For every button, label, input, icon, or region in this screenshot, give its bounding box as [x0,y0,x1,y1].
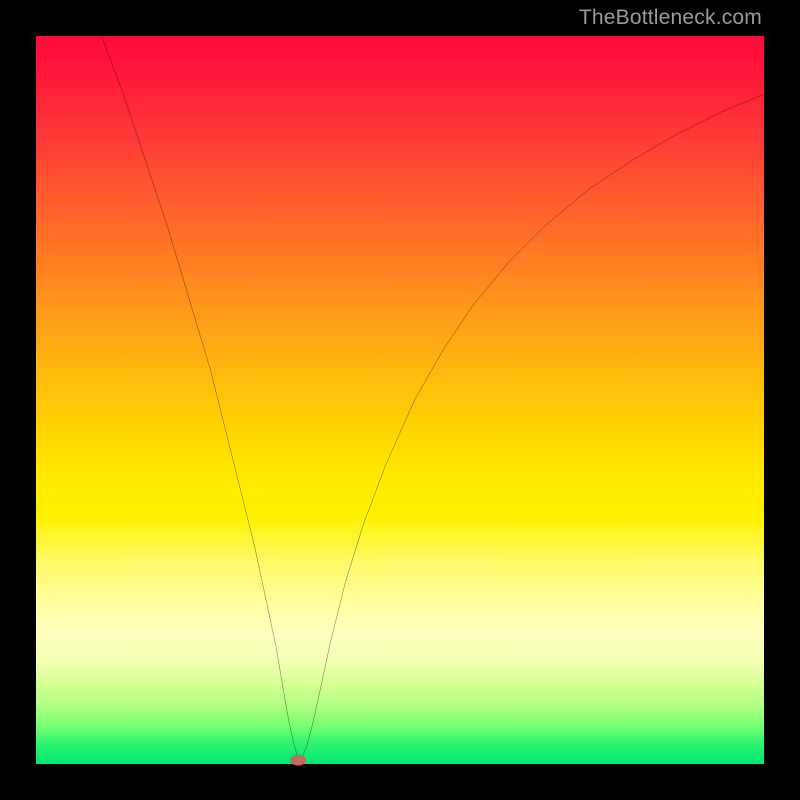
watermark-text: TheBottleneck.com [579,6,762,30]
chart-frame: TheBottleneck.com [0,0,800,800]
optimal-point-marker [290,754,306,765]
bottleneck-curve [36,36,764,764]
plot-area [36,36,764,764]
